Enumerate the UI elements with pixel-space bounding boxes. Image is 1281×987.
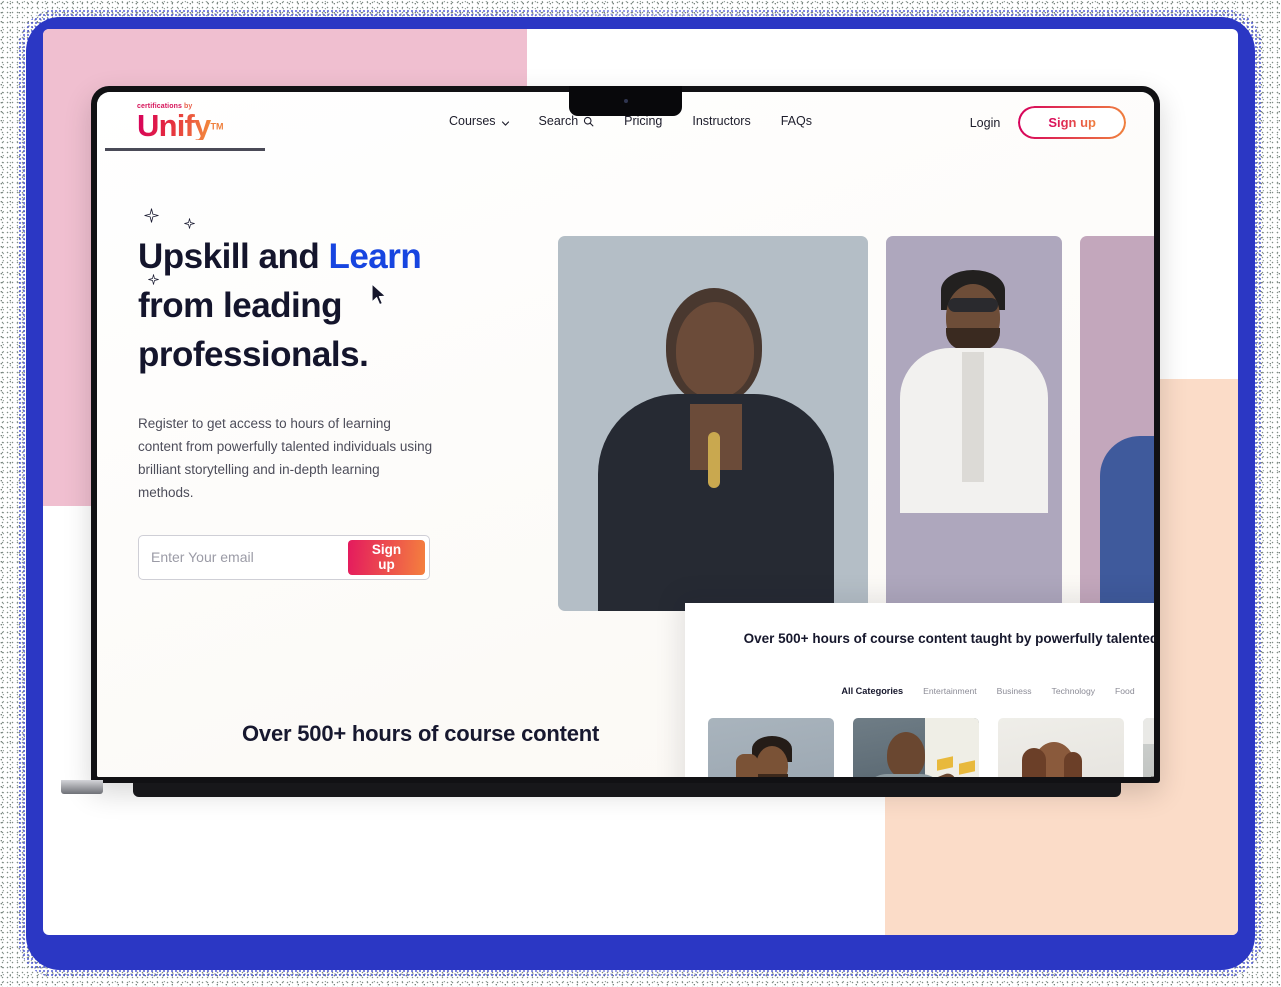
signup-header-label: Sign up [1048, 115, 1096, 130]
nav-item-instructors[interactable]: Instructors [692, 114, 750, 128]
headline-line3: professionals. [138, 335, 369, 374]
signup-header-button[interactable]: Sign up [1018, 106, 1126, 139]
auth-actions: Login Sign up [970, 106, 1126, 139]
logo-wordmark: Unify [137, 108, 211, 143]
headline-line2: from leading [138, 286, 343, 325]
nav-label-instructors: Instructors [692, 114, 751, 128]
hero-content: Upskill and Learn from leading professio… [138, 208, 468, 580]
nav-item-courses[interactable]: Courses [449, 114, 509, 128]
laptop-notch [569, 86, 682, 116]
header-underline [105, 148, 265, 151]
nav-item-search[interactable]: Search [539, 114, 595, 128]
nav-item-faqs[interactable]: FAQs [781, 114, 812, 128]
chevron-down-icon [501, 117, 509, 126]
sparkle-icon-3 [148, 274, 159, 285]
nav-item-pricing[interactable]: Pricing [624, 114, 662, 128]
main-navigation: Courses Search Pricing Instructors FAQs [449, 114, 812, 128]
course-card[interactable]: play preview The Art Of Public Speaking … [998, 718, 1124, 777]
logo-trademark: TM [210, 121, 224, 132]
laptop-screen: certifications by UnifyTM Courses Search… [97, 92, 1154, 777]
laptop-mockup: certifications by UnifyTM Courses Search… [61, 86, 1160, 800]
course-thumbnail[interactable]: play preview [1143, 718, 1154, 777]
category-tab-business[interactable]: Business [997, 686, 1032, 696]
headline-line1-accent: Learn [328, 237, 422, 276]
laptop-foot [61, 780, 103, 794]
nav-label-pricing: Pricing [624, 114, 663, 128]
nav-label-courses: Courses [449, 114, 496, 128]
hero-image-1 [558, 236, 868, 611]
login-link[interactable]: Login [970, 116, 1001, 130]
search-icon [583, 116, 594, 127]
mouse-cursor [370, 283, 388, 307]
sparkle-icon-2 [184, 218, 195, 229]
background-headline: Over 500+ hours of course content [242, 721, 600, 746]
category-tab-entertainment[interactable]: Entertainment [923, 686, 977, 696]
website-page: certifications by UnifyTM Courses Search… [97, 92, 1154, 777]
headline-line1-plain: Upskill and [138, 237, 329, 276]
hero-image-2 [886, 236, 1062, 611]
signup-submit-button[interactable]: Sign up [348, 539, 425, 575]
category-tab-technology[interactable]: Technology [1052, 686, 1095, 696]
course-card[interactable]: play preview The Science of Afro-Pop Don… [853, 718, 979, 777]
category-tab-all[interactable]: All Categories [841, 686, 903, 696]
course-card-list: play preview How To Identify Your Audien… [685, 718, 1154, 777]
nav-label-faqs: FAQs [780, 114, 812, 128]
course-thumbnail[interactable]: play preview [853, 718, 979, 777]
hero-paragraph: Register to get access to hours of learn… [138, 416, 433, 500]
courses-panel: Over 500+ hours of course content taught… [685, 603, 1154, 777]
camera-icon [624, 99, 628, 103]
course-card[interactable]: play preview The Science of Afro-Pop Fab… [1143, 718, 1154, 777]
sparkle-icon-1 [144, 208, 159, 223]
hero-image-strip [558, 236, 1154, 611]
category-tab-food[interactable]: Food [1115, 686, 1135, 696]
course-thumbnail[interactable]: play preview [998, 718, 1124, 777]
logo-lockup: UnifyTM [137, 108, 257, 143]
laptop-base [133, 783, 1121, 797]
course-card[interactable]: play preview How To Identify Your Audien… [708, 718, 834, 777]
email-signup-form: Sign up [138, 534, 430, 580]
course-thumbnail[interactable]: play preview [708, 718, 834, 777]
brand-logo[interactable]: certifications by UnifyTM [137, 103, 257, 141]
email-input[interactable] [139, 549, 344, 566]
panel-title: Over 500+ hours of course content taught… [743, 631, 1154, 646]
nav-label-search: Search [538, 114, 579, 128]
poster-canvas: certifications by UnifyTM Courses Search… [0, 0, 1281, 987]
laptop-bezel: certifications by UnifyTM Courses Search… [91, 86, 1160, 783]
page-title: Upskill and Learn from leading professio… [138, 208, 468, 379]
hero-image-3 [1080, 236, 1154, 611]
category-tabs: All Categories Entertainment Business Te… [685, 686, 1154, 696]
